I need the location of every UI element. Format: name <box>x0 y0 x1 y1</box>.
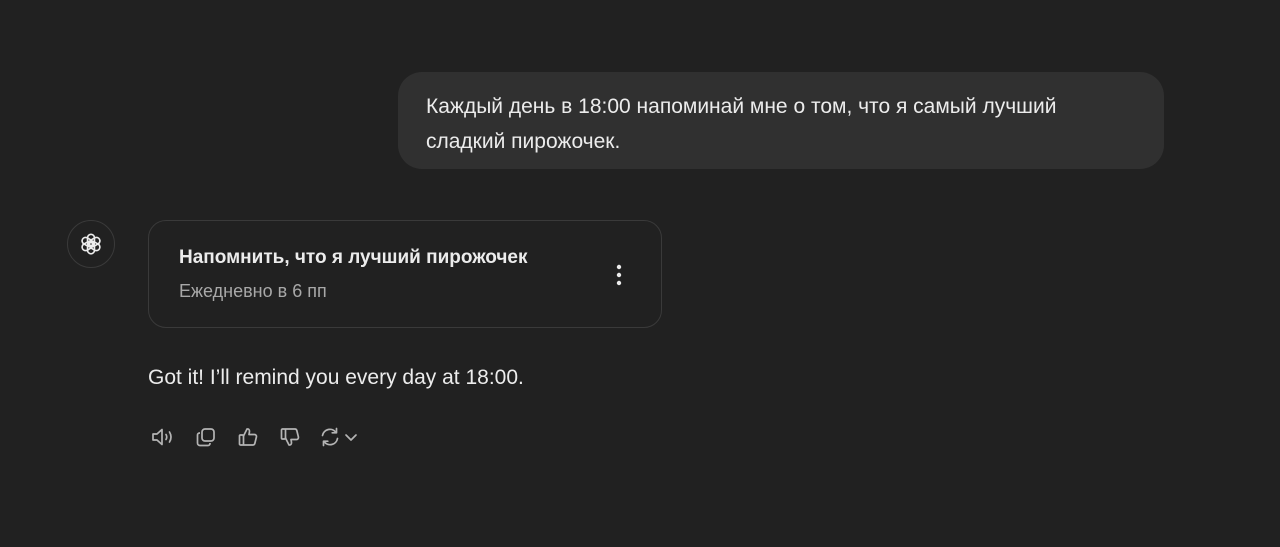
chat-page: Каждый день в 18:00 напоминай мне о том,… <box>0 0 1280 547</box>
read-aloud-button[interactable] <box>148 422 178 452</box>
task-menu-button[interactable] <box>607 261 631 289</box>
task-title: Напомнить, что я лучший пирожочек <box>179 247 528 268</box>
task-schedule: Ежедневно в 6 пп <box>179 281 327 301</box>
speaker-icon <box>152 428 172 446</box>
assistant-avatar <box>67 220 115 268</box>
chevron-down-icon <box>345 434 357 441</box>
bad-response-button[interactable] <box>277 422 303 452</box>
user-message-line-2: сладкий пирожочек. <box>426 130 621 153</box>
scheduled-task-card[interactable]: Напомнить, что я лучший пирожочек Ежедне… <box>148 220 662 328</box>
regenerate-button[interactable] <box>318 422 342 452</box>
message-actions <box>148 422 359 452</box>
thumbs-up-icon <box>238 428 258 446</box>
thumbs-down-icon <box>280 428 300 446</box>
assistant-reply: Got it! I’ll remind you every day at 18:… <box>148 366 524 389</box>
model-switch-dropdown[interactable] <box>343 422 359 452</box>
copy-button[interactable] <box>193 422 219 452</box>
copy-icon <box>196 428 215 447</box>
more-vertical-icon <box>616 264 622 286</box>
user-message-bubble: Каждый день в 18:00 напоминай мне о том,… <box>398 72 1164 169</box>
openai-logo-icon <box>81 233 101 255</box>
regenerate-icon <box>321 427 339 447</box>
user-message-line-1: Каждый день в 18:00 напоминай мне о том,… <box>426 95 1057 118</box>
good-response-button[interactable] <box>235 422 261 452</box>
